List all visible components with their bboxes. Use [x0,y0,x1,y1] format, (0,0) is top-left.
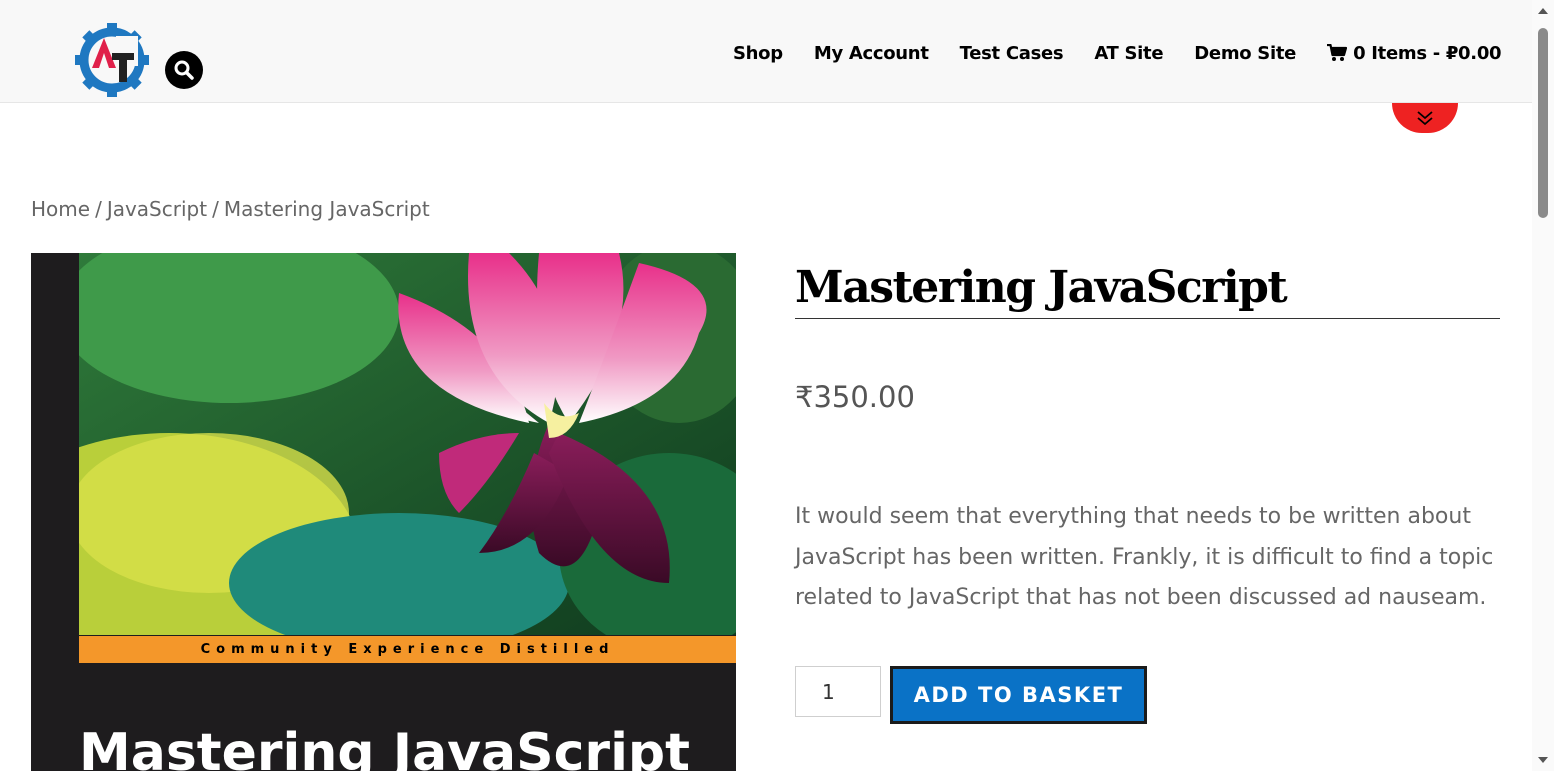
add-to-basket-button[interactable]: ADD TO BASKET [890,666,1147,724]
cover-photo-lotus [79,253,736,635]
cart-link[interactable]: 0 Items - ₽0.00 [1327,42,1502,64]
nav-my-account[interactable]: My Account [814,43,929,64]
cover-band-text: Community Experience Distilled [79,636,736,663]
site-header: Shop My Account Test Cases AT Site Demo … [0,0,1532,103]
cart-icon [1327,44,1348,61]
header-toggle-button[interactable] [1392,103,1458,133]
nav-test-cases[interactable]: Test Cases [960,43,1064,64]
product-title: Mastering JavaScript [795,262,1500,319]
gear-logo-icon [75,23,149,97]
double-chevron-down-icon [1417,111,1433,126]
page-scrollbar[interactable] [1532,0,1554,771]
breadcrumb-separator: / [212,197,219,221]
nav-shop[interactable]: Shop [733,43,783,64]
search-icon [174,60,194,80]
product-price: ₹350.00 [795,380,915,414]
breadcrumb: Home / JavaScript / Mastering JavaScript [31,197,430,221]
breadcrumb-javascript[interactable]: JavaScript [107,197,207,221]
main-nav: Shop My Account Test Cases AT Site Demo … [733,40,1502,66]
breadcrumb-separator: / [95,197,102,221]
quantity-input[interactable] [795,666,881,717]
scroll-up-arrow-icon[interactable] [1538,8,1548,14]
nav-demo-site[interactable]: Demo Site [1194,43,1296,64]
breadcrumb-current: Mastering JavaScript [223,197,430,221]
scroll-down-arrow-icon[interactable] [1538,757,1548,763]
search-button[interactable] [165,51,203,89]
breadcrumb-home[interactable]: Home [31,197,90,221]
nav-at-site[interactable]: AT Site [1094,43,1163,64]
product-image[interactable]: Community Experience Distilled Mastering… [31,253,736,771]
product-description: It would seem that everything that needs… [795,504,1494,610]
cover-title-text: Mastering JavaScript [79,723,690,771]
site-logo[interactable] [72,20,152,100]
cart-summary: 0 Items - ₽0.00 [1353,42,1502,64]
scroll-thumb[interactable] [1538,28,1548,218]
